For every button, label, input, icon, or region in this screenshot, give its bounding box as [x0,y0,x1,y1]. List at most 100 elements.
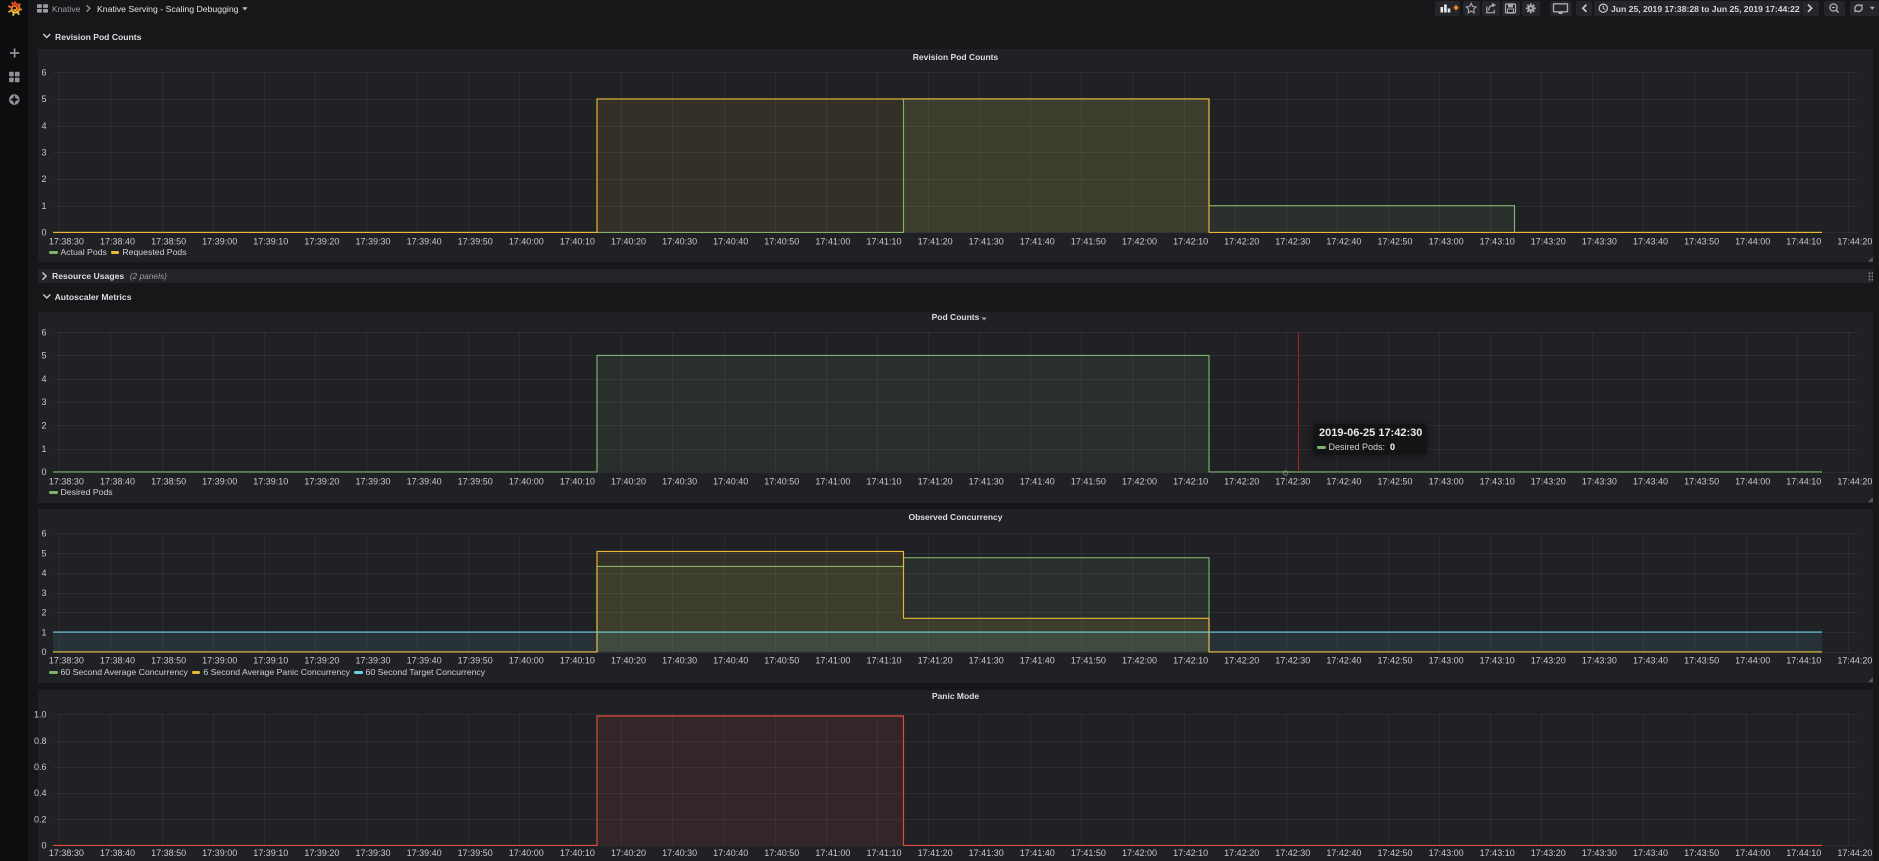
svg-text:17:41:40: 17:41:40 [1020,237,1055,247]
svg-text:2: 2 [41,174,46,184]
svg-text:17:40:10: 17:40:10 [560,848,595,858]
svg-text:17:40:40: 17:40:40 [713,477,748,487]
svg-text:17:40:20: 17:40:20 [611,477,646,487]
svg-text:17:44:20: 17:44:20 [1837,848,1872,858]
svg-text:17:41:00: 17:41:00 [815,848,850,858]
svg-text:17:43:00: 17:43:00 [1429,237,1464,247]
svg-text:17:42:20: 17:42:20 [1224,477,1259,487]
svg-text:17:44:20: 17:44:20 [1837,237,1872,247]
svg-text:17:44:20: 17:44:20 [1837,655,1872,665]
svg-text:17:40:30: 17:40:30 [662,237,697,247]
svg-text:17:44:10: 17:44:10 [1786,655,1821,665]
svg-text:17:41:20: 17:41:20 [918,237,953,247]
svg-text:17:41:30: 17:41:30 [969,848,1004,858]
svg-text:2: 2 [41,421,46,431]
svg-text:17:38:40: 17:38:40 [100,848,135,858]
svg-text:4: 4 [41,121,46,131]
svg-text:17:42:50: 17:42:50 [1377,655,1412,665]
svg-text:17:41:40: 17:41:40 [1020,848,1055,858]
svg-text:17:43:10: 17:43:10 [1480,477,1515,487]
svg-text:1.0: 1.0 [34,710,47,720]
svg-text:17:39:30: 17:39:30 [355,848,390,858]
svg-text:17:38:50: 17:38:50 [151,477,186,487]
svg-text:17:42:40: 17:42:40 [1326,477,1361,487]
svg-text:17:40:30: 17:40:30 [662,655,697,665]
svg-text:4: 4 [41,374,46,384]
svg-text:17:38:40: 17:38:40 [100,655,135,665]
svg-text:17:44:10: 17:44:10 [1786,237,1821,247]
svg-text:17:42:40: 17:42:40 [1326,655,1361,665]
svg-text:5: 5 [41,548,46,558]
svg-text:17:43:30: 17:43:30 [1582,848,1617,858]
svg-text:17:40:20: 17:40:20 [611,237,646,247]
svg-text:17:41:30: 17:41:30 [969,655,1004,665]
svg-text:17:41:40: 17:41:40 [1020,655,1055,665]
svg-text:17:42:30: 17:42:30 [1275,477,1310,487]
svg-text:17:40:30: 17:40:30 [662,477,697,487]
svg-text:17:43:40: 17:43:40 [1633,655,1668,665]
svg-text:17:43:00: 17:43:00 [1429,655,1464,665]
svg-text:17:38:30: 17:38:30 [49,477,84,487]
svg-text:17:39:00: 17:39:00 [202,848,237,858]
svg-text:17:43:20: 17:43:20 [1531,655,1566,665]
svg-text:5: 5 [41,351,46,361]
svg-text:17:39:10: 17:39:10 [253,848,288,858]
svg-text:17:43:50: 17:43:50 [1684,477,1719,487]
svg-text:0.2: 0.2 [34,814,47,824]
svg-text:6: 6 [41,529,46,539]
svg-text:17:44:10: 17:44:10 [1786,848,1821,858]
svg-text:17:40:10: 17:40:10 [560,477,595,487]
svg-text:17:42:50: 17:42:50 [1377,477,1412,487]
svg-text:17:39:50: 17:39:50 [458,655,493,665]
svg-text:17:39:40: 17:39:40 [407,477,442,487]
svg-text:17:41:20: 17:41:20 [918,477,953,487]
svg-text:17:38:30: 17:38:30 [49,237,84,247]
svg-text:5: 5 [41,94,46,104]
svg-text:17:43:30: 17:43:30 [1582,237,1617,247]
svg-text:17:41:50: 17:41:50 [1071,477,1106,487]
svg-text:17:40:00: 17:40:00 [509,237,544,247]
svg-text:17:38:40: 17:38:40 [100,237,135,247]
svg-text:17:40:40: 17:40:40 [713,655,748,665]
svg-text:17:39:30: 17:39:30 [355,655,390,665]
svg-text:17:39:20: 17:39:20 [304,477,339,487]
svg-text:17:40:50: 17:40:50 [764,655,799,665]
svg-text:17:44:20: 17:44:20 [1837,477,1872,487]
svg-text:17:43:10: 17:43:10 [1480,655,1515,665]
svg-text:17:38:30: 17:38:30 [49,848,84,858]
svg-text:17:40:50: 17:40:50 [764,477,799,487]
svg-text:17:38:50: 17:38:50 [151,848,186,858]
svg-text:17:39:30: 17:39:30 [355,237,390,247]
svg-text:17:41:10: 17:41:10 [866,477,901,487]
svg-text:3: 3 [41,397,46,407]
svg-text:17:39:40: 17:39:40 [407,655,442,665]
svg-text:17:39:40: 17:39:40 [407,848,442,858]
svg-text:17:40:50: 17:40:50 [764,237,799,247]
svg-text:17:39:10: 17:39:10 [253,655,288,665]
svg-text:17:39:20: 17:39:20 [304,237,339,247]
svg-text:17:40:40: 17:40:40 [713,237,748,247]
svg-text:17:41:10: 17:41:10 [866,848,901,858]
svg-text:0.6: 0.6 [34,762,47,772]
svg-text:17:39:50: 17:39:50 [458,237,493,247]
svg-text:0: 0 [41,647,46,657]
svg-text:17:39:00: 17:39:00 [202,655,237,665]
svg-text:17:41:50: 17:41:50 [1071,848,1106,858]
svg-text:17:38:50: 17:38:50 [151,655,186,665]
svg-text:17:40:20: 17:40:20 [611,848,646,858]
svg-text:17:43:30: 17:43:30 [1582,477,1617,487]
svg-text:17:41:10: 17:41:10 [866,237,901,247]
svg-text:17:42:50: 17:42:50 [1377,848,1412,858]
svg-text:17:42:00: 17:42:00 [1122,655,1157,665]
svg-text:2: 2 [41,608,46,618]
svg-text:17:39:50: 17:39:50 [458,848,493,858]
svg-text:17:38:50: 17:38:50 [151,237,186,247]
svg-text:17:39:10: 17:39:10 [253,477,288,487]
svg-text:0.4: 0.4 [34,788,47,798]
svg-text:17:42:00: 17:42:00 [1122,477,1157,487]
svg-text:17:42:30: 17:42:30 [1275,655,1310,665]
svg-text:17:43:40: 17:43:40 [1633,237,1668,247]
svg-text:3: 3 [41,148,46,158]
svg-text:17:39:20: 17:39:20 [304,848,339,858]
svg-text:17:38:40: 17:38:40 [100,477,135,487]
